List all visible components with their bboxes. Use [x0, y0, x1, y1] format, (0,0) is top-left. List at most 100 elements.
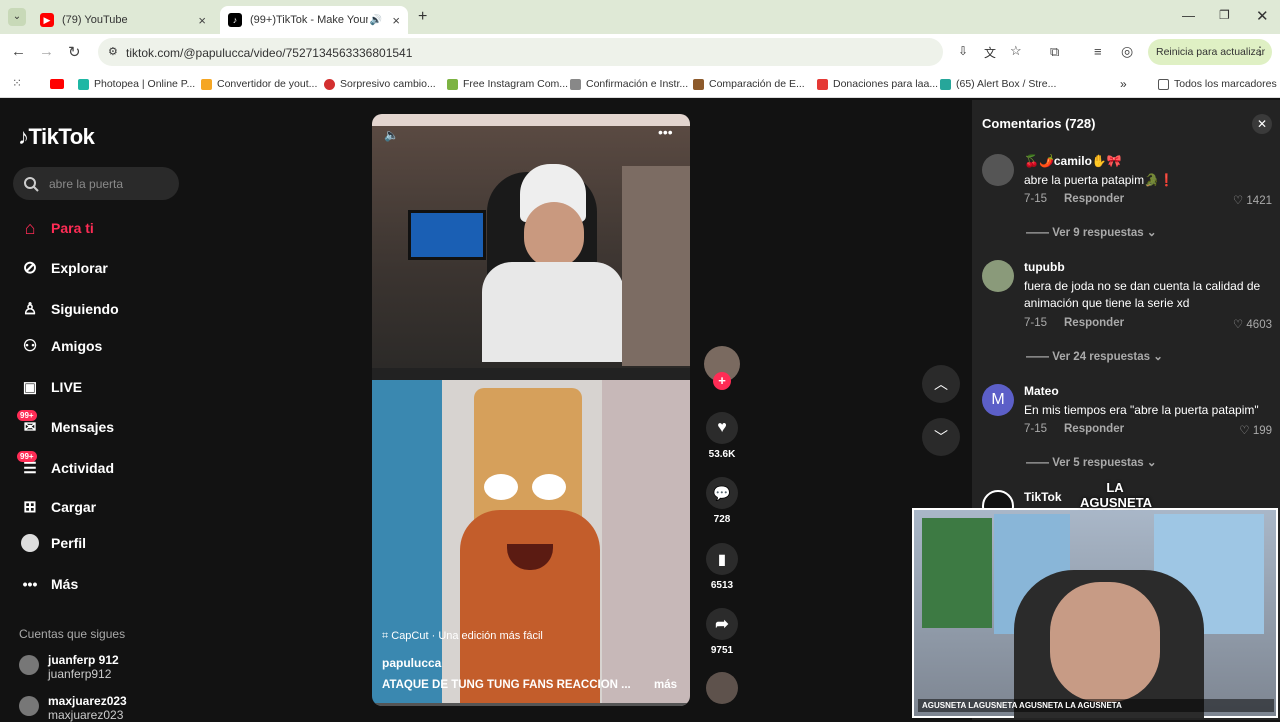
tab-list-button[interactable]: ⌄	[8, 8, 26, 26]
close-window-button[interactable]: ✕	[1256, 7, 1269, 25]
bookmark-item[interactable]: Confirmación e Instr...	[570, 78, 688, 90]
volume-icon[interactable]: 🔈	[384, 128, 399, 142]
sidebar-item-siguiendo[interactable]: ♙ Siguiendo	[20, 299, 119, 319]
sound-avatar[interactable]	[702, 672, 742, 704]
comment-user[interactable]: TikTok	[1024, 490, 1062, 504]
tab-tiktok[interactable]: ♪ (99+)TikTok - Make Your Da 🔊 ×	[220, 6, 408, 34]
menu-dots-icon[interactable]: ⋮	[1254, 44, 1266, 58]
forward-button[interactable]: →	[39, 43, 54, 60]
save-button[interactable]: ▮ 6513	[702, 543, 742, 591]
bookmark-item[interactable]: (65) Alert Box / Stre...	[940, 78, 1056, 90]
profile-icon[interactable]: ◎	[1121, 43, 1133, 60]
reply-button[interactable]: Responder	[1064, 193, 1124, 205]
comment-date: 7-15	[1024, 423, 1048, 435]
media-icon[interactable]: ≡	[1094, 44, 1102, 59]
comment-user[interactable]: 🍒🌶️camilo✋🎀	[1024, 154, 1122, 168]
bookmark-item[interactable]: Free Instagram Com...	[447, 78, 568, 90]
bookmark-label: Comparación de E...	[709, 78, 805, 90]
extensions-icon[interactable]: ⧉	[1050, 44, 1059, 60]
follow-plus-icon[interactable]: +	[713, 372, 731, 390]
youtube-bookmark-icon[interactable]	[50, 79, 64, 89]
like-button[interactable]: ♥ 53.6K	[702, 412, 742, 460]
more-bookmarks-icon[interactable]: »	[1120, 77, 1127, 91]
url-bar[interactable]: ⚙ tiktok.com/@papulucca/video/7527134563…	[98, 38, 1022, 66]
speaker-icon[interactable]: 🔊	[370, 15, 382, 26]
tiktok-note-icon: ♪	[18, 124, 29, 149]
reload-button[interactable]: ↻	[68, 43, 81, 61]
minimize-button[interactable]: —	[1182, 8, 1195, 23]
comment-likes[interactable]: ♡ 199	[1239, 423, 1272, 437]
sidebar-item-cargar[interactable]: ⊞ Cargar	[20, 497, 96, 517]
comment-likes[interactable]: ♡ 4603	[1233, 317, 1272, 331]
view-replies-button[interactable]: —— Ver 5 respuestas ⌄	[1026, 455, 1156, 469]
comment-date: 7-15	[1024, 317, 1048, 329]
creator-avatar[interactable]: +	[702, 346, 742, 390]
all-bookmarks[interactable]: Todos los marcadores	[1158, 78, 1277, 90]
capcut-label: CapCut · Una edición más fácil	[391, 630, 543, 642]
previous-video-button[interactable]: ︿	[922, 365, 960, 403]
sidebar-item-live[interactable]: ▣ LIVE	[20, 377, 82, 397]
close-icon[interactable]: ✕	[1252, 114, 1272, 134]
avatar[interactable]	[982, 260, 1014, 292]
followed-account[interactable]: juanferp 912 juanferp912	[19, 653, 119, 681]
close-icon[interactable]: ×	[392, 13, 400, 28]
comment-user[interactable]: tupubb	[1024, 260, 1065, 274]
translate-icon[interactable]: 文	[984, 44, 996, 61]
maximize-button[interactable]: ❐	[1219, 8, 1230, 22]
view-replies-button[interactable]: —— Ver 9 respuestas ⌄	[1026, 225, 1156, 239]
comment-count: 728	[713, 514, 731, 525]
apps-icon[interactable]: ⁙	[12, 76, 22, 90]
sidebar-item-label: LIVE	[51, 379, 83, 395]
comments-header: Comentarios (728)	[982, 116, 1096, 131]
bookmark-item[interactable]: Comparación de E...	[693, 78, 805, 90]
bookmark-star-icon[interactable]: ☆	[1010, 43, 1022, 59]
share-icon: ➦	[706, 608, 738, 640]
home-icon: ⌂	[24, 217, 36, 238]
bookmark-label: Sorpresivo cambio...	[340, 78, 436, 90]
activity-icon: ☰ 99+	[17, 451, 40, 478]
followed-account[interactable]: maxjuarez023 maxjuarez023	[19, 694, 127, 722]
view-replies-button[interactable]: —— Ver 24 respuestas ⌄	[1026, 349, 1163, 363]
install-icon[interactable]: ⇩	[958, 44, 968, 58]
avatar[interactable]	[982, 154, 1014, 186]
bookmark-item[interactable]: Donaciones para laa...	[817, 78, 938, 90]
sidebar-item-para-ti[interactable]: ⌂ Para ti	[20, 218, 94, 238]
share-count: 9751	[710, 645, 734, 656]
update-button[interactable]: Reinicia para actualizar ⋮	[1148, 39, 1272, 65]
sidebar-item-actividad[interactable]: ☰ 99+ Actividad	[17, 451, 114, 478]
next-video-button[interactable]: ﹀	[922, 418, 960, 456]
tab-youtube[interactable]: ▶ (79) YouTube ×	[32, 6, 214, 34]
more-caption-button[interactable]: más	[654, 679, 677, 691]
progress-bar[interactable]	[372, 703, 690, 706]
bookmark-item[interactable]: Convertidor de yout...	[201, 78, 317, 90]
sidebar-item-explorar[interactable]: ⊘ Explorar	[20, 258, 108, 278]
close-icon[interactable]: ×	[198, 13, 206, 28]
video-author[interactable]: papulucca	[382, 656, 441, 670]
save-count: 6513	[710, 580, 734, 591]
video-player[interactable]: 🔈 ••• ⌗ CapCut · Una edición más fácil p…	[372, 114, 690, 706]
sidebar-item-mas[interactable]: ••• Más	[20, 574, 79, 594]
sidebar-item-label: Cargar	[51, 499, 97, 515]
new-tab-button[interactable]: +	[418, 8, 427, 26]
reply-button[interactable]: Responder	[1064, 423, 1124, 435]
share-button[interactable]: ➦ 9751	[702, 608, 742, 656]
comment-user[interactable]: Mateo	[1024, 384, 1059, 398]
tiktok-logo[interactable]: ♪TikTok	[18, 124, 95, 150]
bookmark-item[interactable]: Photopea | Online P...	[78, 78, 195, 90]
back-button[interactable]: ←	[11, 43, 26, 60]
comment-button[interactable]: 💬 728	[702, 477, 742, 525]
comment-likes[interactable]: ♡ 1421	[1233, 193, 1272, 207]
avatar[interactable]: M	[982, 384, 1014, 416]
more-options-icon[interactable]: •••	[658, 124, 673, 140]
reply-button[interactable]: Responder	[1064, 317, 1124, 329]
site-info-icon[interactable]: ⚙	[108, 45, 118, 58]
sidebar-item-perfil[interactable]: Perfil	[20, 533, 86, 553]
sidebar-item-mensajes[interactable]: ✉ 99+ Mensajes	[17, 410, 114, 437]
view-replies-label: Ver 9 respuestas	[1052, 227, 1144, 239]
search-input[interactable]: abre la puerta	[13, 167, 179, 200]
bookmark-label: Photopea | Online P...	[94, 78, 196, 90]
bookmark-item[interactable]: Sorpresivo cambio...	[324, 78, 436, 90]
video-caption: ATAQUE DE TUNG TUNG FANS REACCION ...	[382, 679, 631, 691]
sidebar-item-amigos[interactable]: ⚇ Amigos	[20, 336, 103, 356]
capcut-banner[interactable]: ⌗ CapCut · Una edición más fácil	[382, 630, 543, 643]
